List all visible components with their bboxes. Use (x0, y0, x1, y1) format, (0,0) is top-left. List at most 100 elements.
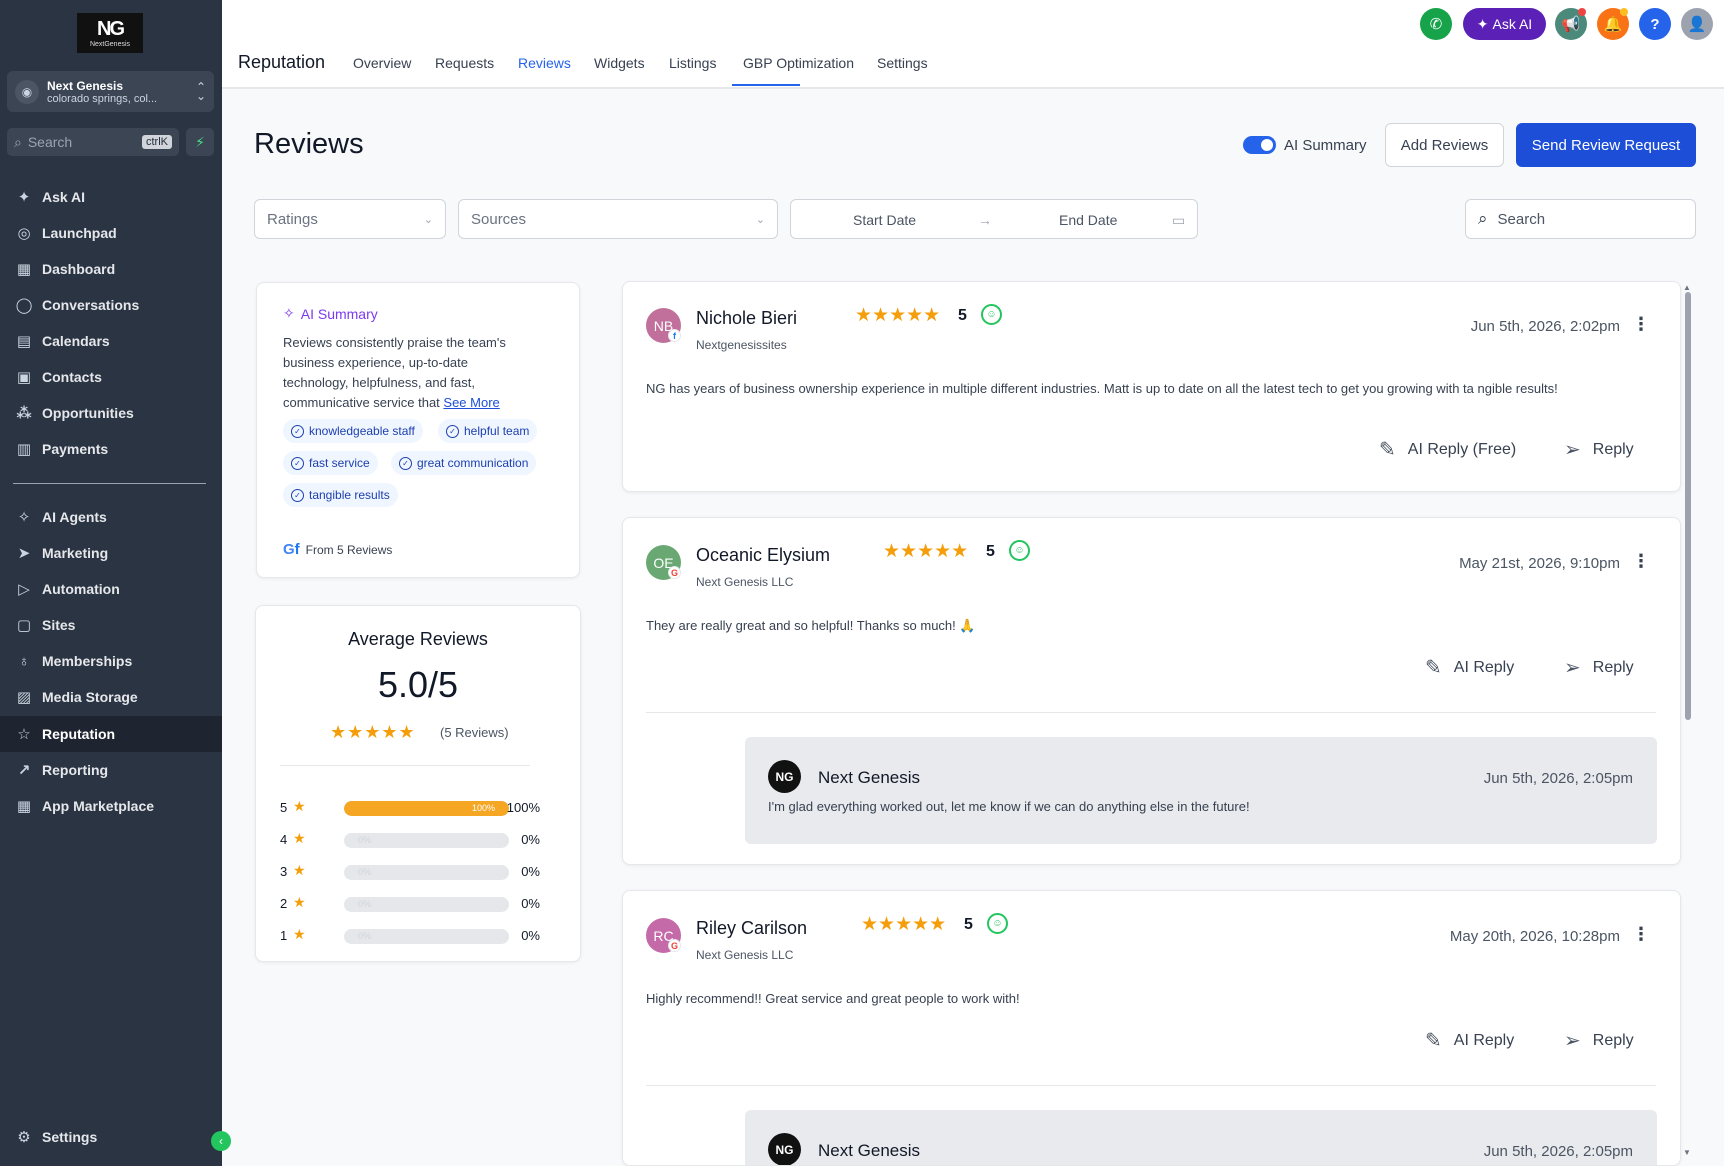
tab-widgets[interactable]: Widgets (594, 55, 645, 71)
ratings-select[interactable]: Ratings ⌄ (254, 199, 446, 239)
reviews-search-placeholder: Search (1497, 210, 1546, 228)
tab-settings[interactable]: Settings (877, 55, 928, 71)
check-circle-icon: ✓ (446, 424, 459, 438)
send-icon: ➢ (1564, 439, 1581, 461)
owner-reply-name: Next Genesis (818, 1141, 921, 1160)
end-date-field[interactable]: End Date (1059, 212, 1117, 228)
check-circle-icon: ✓ (291, 456, 304, 470)
send-review-request-button[interactable]: Send Review Request (1516, 123, 1696, 167)
help-icon[interactable]: ? (1639, 8, 1671, 40)
sidebar-item-marketing[interactable]: ➤ Marketing (0, 535, 222, 571)
review-text: NG has years of business ownership exper… (646, 381, 1558, 396)
sidebar-item-sites[interactable]: ▢ Sites (0, 607, 222, 643)
reply-button[interactable]: ➢ Reply (1564, 655, 1634, 680)
more-options-icon[interactable]: ⋮ (1632, 924, 1650, 945)
tab-requests[interactable]: Requests (435, 55, 494, 71)
sidebar-item-calendars[interactable]: ▤ Calendars (0, 323, 222, 359)
company-logo[interactable]: NG NextGenesis (77, 13, 143, 53)
magic-wand-icon: ✎ (1425, 1030, 1442, 1052)
reply-label: Reply (1592, 658, 1634, 676)
summary-tag: ✓ fast service (283, 451, 378, 475)
sidebar-item-reputation[interactable]: ☆ Reputation (0, 716, 222, 752)
rating-bar-label: 0% (358, 835, 372, 845)
sidebar-item-settings[interactable]: ⚙ Settings (0, 1119, 222, 1155)
calendar-icon: ▭ (1172, 212, 1186, 228)
ai-reply-button[interactable]: ✎ AI Reply (Free) (1379, 437, 1516, 462)
scroll-down-icon[interactable]: ▼ (1683, 1148, 1691, 1157)
tab-gbp-optimization[interactable]: GBP Optimization (743, 55, 854, 71)
reviews-search-input[interactable]: ⌕ Search (1465, 199, 1696, 239)
scrollbar-thumb[interactable] (1685, 292, 1691, 720)
receipt-icon: ▥ (16, 441, 32, 458)
rating-bar: 0% (344, 865, 509, 880)
active-tab-indicator (732, 84, 800, 86)
more-options-icon[interactable]: ⋮ (1632, 551, 1650, 572)
scroll-up-icon[interactable]: ▲ (1683, 283, 1691, 292)
sidebar-item-reporting[interactable]: ↗ Reporting (0, 752, 222, 788)
sources-select[interactable]: Sources ⌄ (458, 199, 778, 239)
ai-reply-button[interactable]: ✎ AI Reply (1425, 655, 1514, 680)
rating-distribution-row: 1 ★ 0% 0% (280, 926, 540, 946)
sidebar-item-label: Media Storage (42, 689, 138, 705)
date-range-picker[interactable]: Start Date → End Date ▭ (790, 199, 1198, 239)
review-star-rating: ★★★★★ (861, 914, 947, 935)
ask-ai-button[interactable]: ✦ Ask AI (1463, 8, 1546, 40)
chevron-updown-icon: ⌃ ⌄ (195, 79, 206, 103)
sidebar-item-media-storage[interactable]: ▨ Media Storage (0, 679, 222, 715)
summary-tag: ✓ great communication (391, 451, 537, 475)
reply-button[interactable]: ➢ Reply (1564, 437, 1634, 462)
see-more-link[interactable]: See More (443, 395, 499, 410)
ai-summary-card: ✧ AI Summary Reviews consistently praise… (256, 282, 580, 578)
sidebar-item-payments[interactable]: ▥ Payments (0, 431, 222, 467)
rating-distribution-row: 4 ★ 0% 0% (280, 830, 540, 850)
summary-tag-label: helpful team (464, 424, 530, 438)
ai-reply-button[interactable]: ✎ AI Reply (1425, 1028, 1514, 1053)
quick-action-bolt-icon[interactable]: ⚡ (186, 128, 214, 156)
chevron-down-icon: ⌄ (423, 213, 433, 226)
collapse-sidebar-icon[interactable]: ‹ (211, 1131, 231, 1151)
chevron-down-icon: ⌄ (755, 213, 765, 226)
search-shortcut: ctrlK (142, 135, 172, 149)
gear-icon: ⚙ (17, 1129, 31, 1146)
ratings-placeholder: Ratings (267, 210, 318, 228)
google-facebook-icon: Gf (283, 541, 300, 558)
user-avatar[interactable]: 👤 (1681, 8, 1713, 40)
sidebar-search-placeholder: Search (27, 134, 73, 150)
summary-tag: ✓ helpful team (438, 419, 538, 443)
ai-summary-title: AI Summary (300, 305, 378, 322)
sidebar-item-memberships[interactable]: ♁ Memberships (0, 643, 222, 679)
add-reviews-button[interactable]: Add Reviews (1385, 123, 1504, 167)
sidebar: NG NextGenesis ◉ Next Genesis colorado s… (0, 0, 231, 1166)
sidebar-item-ai-agents[interactable]: ✧ AI Agents (0, 499, 222, 535)
sidebar-divider (13, 483, 206, 484)
sidebar-item-dashboard[interactable]: ▦ Dashboard (0, 251, 222, 287)
sidebar-item-app-marketplace[interactable]: ▦ App Marketplace (0, 788, 222, 824)
sidebar-item-automation[interactable]: ▷ Automation (0, 571, 222, 607)
ai-summary-toggle-label: AI Summary (1284, 137, 1367, 154)
sidebar-item-contacts[interactable]: ▣ Contacts (0, 359, 222, 395)
average-reviews-title: Average Reviews (348, 629, 488, 649)
apps-icon: ▦ (16, 798, 32, 815)
owner-reply: NG Next Genesis Jun 5th, 2026, 2:05pm I'… (745, 737, 1657, 844)
sidebar-item-launchpad[interactable]: ◎ Launchpad (0, 215, 222, 251)
rating-bar: 0% (344, 833, 509, 848)
arrow-right-icon: → (978, 212, 992, 228)
sidebar-item-conversations[interactable]: ◯ Conversations (0, 287, 222, 323)
tab-reviews[interactable]: Reviews (518, 55, 571, 71)
tab-listings[interactable]: Listings (669, 55, 716, 71)
review-score: 5 (958, 307, 967, 324)
tab-overview[interactable]: Overview (353, 55, 411, 71)
rating-percent: 0% (521, 928, 540, 943)
account-switcher[interactable]: ◉ Next Genesis colorado springs, col... … (7, 71, 214, 112)
phone-icon[interactable]: ✆ (1420, 8, 1452, 40)
review-card: NB f Nichole Bieri Nextgenesissites ★★★★… (622, 281, 1681, 492)
more-options-icon[interactable]: ⋮ (1632, 314, 1650, 335)
reply-button[interactable]: ➢ Reply (1564, 1028, 1634, 1053)
sidebar-search[interactable]: ⌕ Search ctrlK (7, 128, 179, 156)
sidebar-item-opportunities[interactable]: ⁂ Opportunities (0, 395, 222, 431)
ai-summary-toggle[interactable] (1243, 136, 1276, 154)
reviewer-name: Nichole Bieri (696, 308, 798, 328)
summary-tag-label: great communication (417, 456, 529, 470)
start-date-field[interactable]: Start Date (853, 212, 916, 228)
sidebar-item-ask-ai[interactable]: ✦ Ask AI (0, 179, 222, 215)
